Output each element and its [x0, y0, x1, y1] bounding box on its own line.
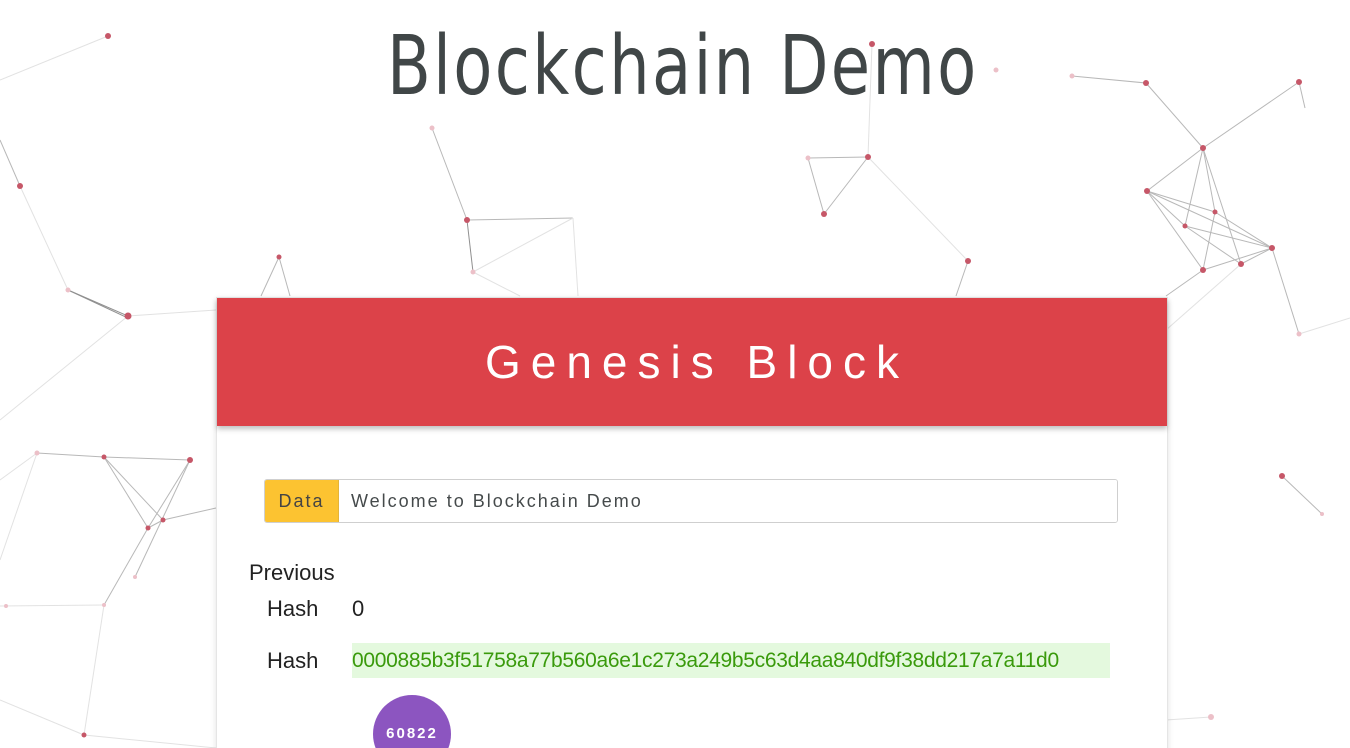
hash-label: Hash — [267, 648, 319, 673]
nonce-value: 60822 — [386, 725, 438, 742]
data-input[interactable] — [339, 480, 1117, 522]
nonce-badge[interactable]: 60822 — [373, 695, 451, 748]
hash-value: 0000885b3f51758a77b560a6e1c273a249b5c63d… — [352, 643, 1110, 678]
page: Blockchain Demo Genesis Block Data Previ… — [0, 0, 1350, 748]
previous-hash-value: 0 — [352, 596, 365, 621]
block-header: Genesis Block — [217, 298, 1167, 426]
page-title: Blockchain Demo — [386, 19, 979, 114]
block-title: Genesis Block — [484, 336, 909, 388]
data-input-group: Data — [264, 479, 1118, 523]
genesis-block-card: Genesis Block Data Previous Hash 0 Hash … — [216, 297, 1168, 748]
previous-hash-label-line2: Hash — [267, 596, 319, 621]
data-label: Data — [265, 480, 339, 522]
previous-hash-label: Previous — [249, 560, 335, 585]
